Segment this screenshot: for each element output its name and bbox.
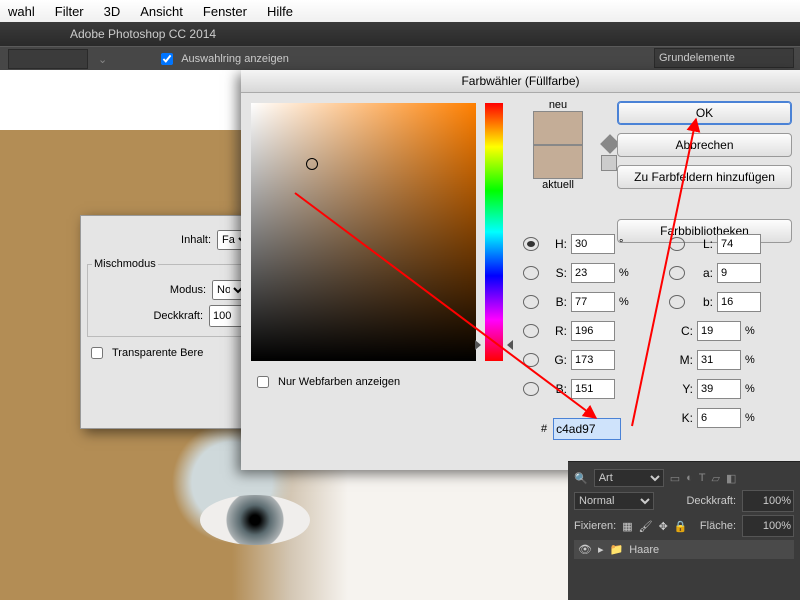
r-field[interactable] <box>571 321 615 341</box>
eye-area <box>200 495 310 545</box>
add-swatch-button[interactable]: Zu Farbfeldern hinzufügen <box>617 165 792 189</box>
layer-name[interactable]: Haare <box>629 544 659 556</box>
filter-type-dropdown[interactable]: Art <box>594 469 664 487</box>
saturation-value-field[interactable] <box>251 103 476 361</box>
menu-item[interactable]: Hilfe <box>267 4 293 19</box>
menu-item[interactable]: wahl <box>8 4 35 19</box>
sv-marker[interactable] <box>306 158 318 170</box>
blend-group-label: Mischmodus <box>92 258 158 270</box>
ok-button[interactable]: OK <box>617 101 792 125</box>
s-radio[interactable] <box>523 266 539 280</box>
hex-prefix: # <box>541 423 547 435</box>
opacity-label: Deckkraft: <box>153 310 203 322</box>
search-icon[interactable]: 🔍 <box>574 472 588 485</box>
rgb-b-radio[interactable] <box>523 382 539 396</box>
preserve-transparency-checkbox[interactable] <box>91 347 103 359</box>
fill-opacity-field[interactable] <box>742 515 794 537</box>
color-picker-dialog: Farbwähler (Füllfarbe) neu aktuell OK Ab… <box>241 70 800 470</box>
layers-panel: 🔍 Art ▭ ◐ T ▱ ◧ Normal Deckkraft: Fixier… <box>568 461 800 600</box>
shape-dropdown[interactable] <box>8 49 88 69</box>
selection-ring-checkbox[interactable] <box>161 53 173 65</box>
a-field[interactable] <box>717 263 761 283</box>
lab-b-field[interactable] <box>717 292 761 312</box>
current-label: aktuell <box>523 179 593 191</box>
picker-title: Farbwähler (Füllfarbe) <box>241 70 800 93</box>
folder-icon: 📁 <box>610 543 624 556</box>
filter-type-icon[interactable]: T <box>699 472 706 484</box>
filter-smart-icon[interactable]: ◧ <box>726 472 736 485</box>
s-field[interactable] <box>571 263 615 283</box>
m-field[interactable] <box>697 350 741 370</box>
menu-item[interactable]: 3D <box>104 4 121 19</box>
a-radio[interactable] <box>669 266 685 280</box>
workspace-dropdown[interactable]: Grundelemente <box>654 48 794 68</box>
blend-mode-dropdown[interactable]: Normal <box>574 492 654 510</box>
b-radio[interactable] <box>523 295 539 309</box>
menu-item[interactable]: Fenster <box>203 4 247 19</box>
layer-opacity-label: Deckkraft: <box>686 495 736 507</box>
menu-item[interactable]: Filter <box>55 4 84 19</box>
disclosure-icon[interactable]: ▸ <box>598 543 604 556</box>
lab-b-radio[interactable] <box>669 295 685 309</box>
hex-field[interactable] <box>553 418 621 440</box>
cancel-button[interactable]: Abbrechen <box>617 133 792 157</box>
current-color-swatch[interactable] <box>533 145 583 179</box>
b-field[interactable] <box>571 292 615 312</box>
mode-label: Modus: <box>170 284 206 296</box>
lock-move-icon[interactable]: ✥ <box>659 520 668 533</box>
nearest-web-color-icon[interactable] <box>601 155 617 171</box>
l-field[interactable] <box>717 234 761 254</box>
hue-slider[interactable] <box>485 103 503 361</box>
r-radio[interactable] <box>523 324 539 338</box>
selection-ring-toggle[interactable]: Auswahlring anzeigen <box>157 50 289 68</box>
rgb-b-field[interactable] <box>571 379 615 399</box>
menu-item[interactable]: Ansicht <box>140 4 183 19</box>
layer-opacity-field[interactable] <box>742 490 794 512</box>
new-label: neu <box>523 99 593 111</box>
k-field[interactable] <box>697 408 741 428</box>
app-title: Adobe Photoshop CC 2014 <box>70 27 216 41</box>
filter-shape-icon[interactable]: ▱ <box>712 472 720 485</box>
h-radio[interactable] <box>523 237 539 251</box>
app-title-bar: Adobe Photoshop CC 2014 <box>0 22 800 46</box>
layer-row[interactable]: 👁 ▸ 📁 Haare <box>574 540 794 559</box>
options-bar: ⌄ Auswahlring anzeigen Grundelemente <box>0 46 800 72</box>
visibility-icon[interactable]: 👁 <box>578 543 592 556</box>
menubar: wahl Filter 3D Ansicht Fenster Hilfe <box>0 0 800 22</box>
g-radio[interactable] <box>523 353 539 367</box>
fill-dialog: Inhalt: Fa Mischmodus Modus: No Deckkraf… <box>80 215 259 429</box>
new-color-swatch <box>533 111 583 145</box>
lock-all-icon[interactable]: 🔒 <box>674 520 688 533</box>
filter-image-icon[interactable]: ▭ <box>670 472 680 485</box>
lock-label: Fixieren: <box>574 520 616 532</box>
preserve-transparency-label: Transparente Bere <box>112 347 203 359</box>
lock-transparency-icon[interactable]: ▦ <box>622 520 632 533</box>
content-label: Inhalt: <box>181 234 211 246</box>
fill-opacity-label: Fläche: <box>700 520 736 532</box>
y-field[interactable] <box>697 379 741 399</box>
web-only-label: Nur Webfarben anzeigen <box>278 376 400 388</box>
web-only-checkbox[interactable] <box>257 376 269 388</box>
c-field[interactable] <box>697 321 741 341</box>
g-field[interactable] <box>571 350 615 370</box>
h-field[interactable] <box>571 234 615 254</box>
filter-adjust-icon[interactable]: ◐ <box>686 472 693 484</box>
hue-slider-handle[interactable] <box>480 335 508 345</box>
l-radio[interactable] <box>669 237 685 251</box>
lock-brush-icon[interactable]: 🖌 <box>639 520 653 533</box>
